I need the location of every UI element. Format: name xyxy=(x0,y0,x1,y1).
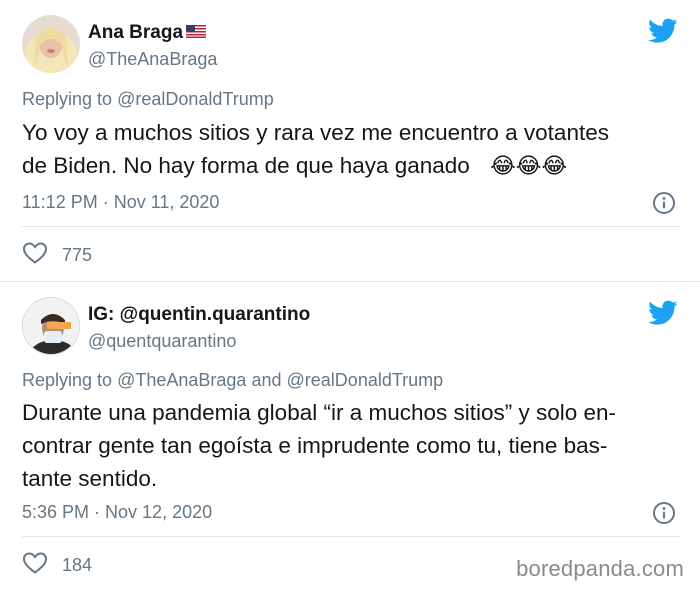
display-name[interactable]: Ana Braga xyxy=(88,22,217,44)
display-name[interactable]: IG: @quentin.quarantino xyxy=(88,304,310,326)
user-handle[interactable]: @quentquarantino xyxy=(88,330,310,352)
twitter-bird-icon[interactable] xyxy=(648,300,678,326)
replying-prefix: Replying to xyxy=(22,89,113,109)
divider xyxy=(22,226,680,227)
us-flag-icon xyxy=(186,22,207,44)
replying-conjunction: and xyxy=(251,370,282,390)
heart-icon[interactable] xyxy=(22,241,48,270)
tweet-text-segment: de Biden. No hay forma de que haya ganad… xyxy=(22,153,470,178)
divider xyxy=(22,536,680,537)
tweet-text-line: Yo voy a muchos sitios y rara vez me enc… xyxy=(22,120,609,145)
user-handle[interactable]: @TheAnaBraga xyxy=(88,48,217,70)
tweet-card: Ana Braga @TheAnaBraga Replying to @real… xyxy=(0,0,700,282)
info-icon[interactable] xyxy=(652,191,676,215)
laughing-emoji-icon: 😂😂😂 xyxy=(490,153,568,178)
heart-icon[interactable] xyxy=(22,551,48,580)
replying-prefix: Replying to xyxy=(22,370,113,390)
replying-to: Replying to @realDonaldTrump xyxy=(22,88,274,110)
mention-link[interactable]: @realDonaldTrump xyxy=(287,370,444,390)
mention-link[interactable]: @realDonaldTrump xyxy=(117,89,274,109)
author-block: IG: @quentin.quarantino @quentquarantino xyxy=(88,304,310,352)
display-name-text: Ana Braga xyxy=(88,22,184,43)
tweet-text: Durante una pandemia global “ir a muchos… xyxy=(22,396,682,495)
like-action[interactable]: 775 xyxy=(22,241,92,270)
mention-link[interactable]: @TheAnaBraga xyxy=(117,370,246,390)
replying-to: Replying to @TheAnaBraga and @realDonald… xyxy=(22,369,443,391)
timestamp[interactable]: 5:36 PM · Nov 12, 2020 xyxy=(22,501,212,523)
avatar[interactable] xyxy=(22,297,80,355)
tweet-text-line: Durante una pandemia global “ir a muchos… xyxy=(22,400,617,425)
author-block: Ana Braga @TheAnaBraga xyxy=(88,22,217,70)
tweet-text-line: tante sentido. xyxy=(22,466,158,491)
tweet-card: IG: @quentin.quarantino @quentquarantino… xyxy=(0,284,700,592)
twitter-bird-icon[interactable] xyxy=(648,18,678,44)
timestamp[interactable]: 11:12 PM · Nov 11, 2020 xyxy=(22,191,219,213)
like-count: 184 xyxy=(62,555,93,575)
tweet-text: Yo voy a muchos sitios y rara vez me enc… xyxy=(22,116,682,182)
info-icon[interactable] xyxy=(652,501,676,525)
watermark: boredpanda.com xyxy=(516,556,684,581)
like-action[interactable]: 184 xyxy=(22,551,92,580)
avatar[interactable] xyxy=(22,15,80,73)
tweet-text-line: contrar gente tan egoísta e imprudente c… xyxy=(22,433,608,458)
tweet-text-line: de Biden. No hay forma de que haya ganad… xyxy=(22,149,682,182)
like-count: 775 xyxy=(62,245,93,265)
